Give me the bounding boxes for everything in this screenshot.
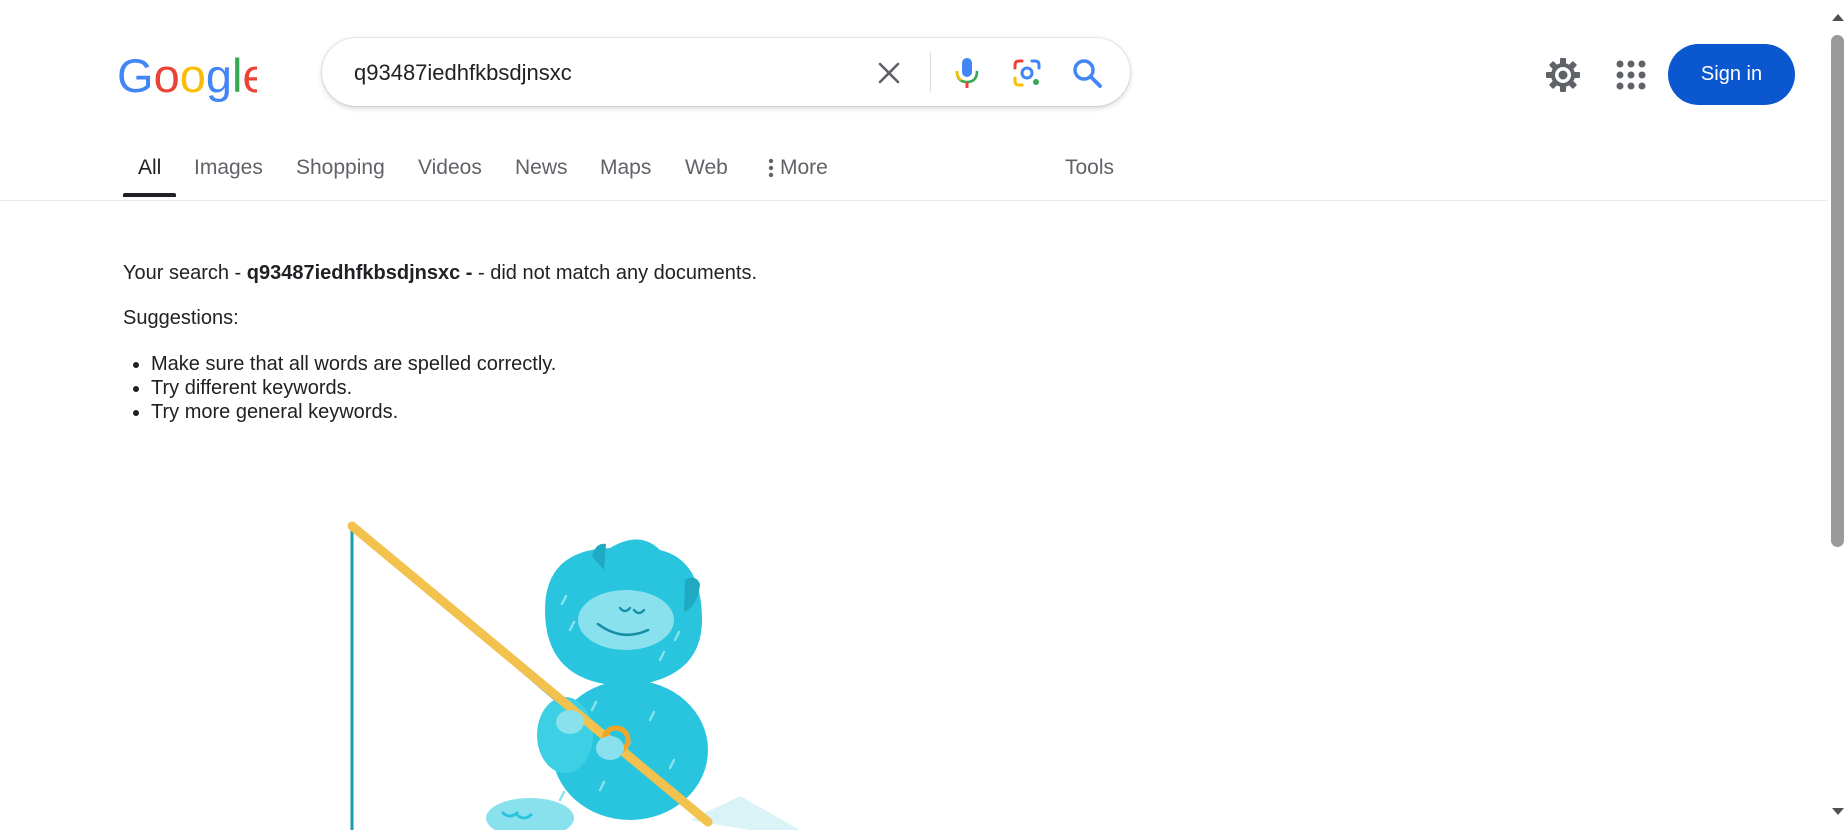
- list-item: Make sure that all words are spelled cor…: [151, 352, 751, 376]
- search-divider: [930, 52, 931, 92]
- sign-in-button[interactable]: Sign in: [1668, 44, 1795, 105]
- mic-icon[interactable]: [950, 56, 984, 90]
- message-suffix: - did not match any documents.: [472, 262, 758, 284]
- google-logo[interactable]: Google: [117, 49, 269, 102]
- svg-text:Google: Google: [117, 50, 257, 102]
- suggestions-label: Suggestions:: [123, 307, 239, 329]
- list-item: Try different keywords.: [151, 376, 751, 400]
- list-item: Try more general keywords.: [151, 400, 751, 424]
- lens-icon[interactable]: [1010, 56, 1044, 90]
- scroll-up-arrow-icon[interactable]: [1830, 11, 1846, 23]
- message-query: q93487iedhfkbsdjnsxc -: [246, 262, 473, 284]
- scrollbar-thumb[interactable]: [1831, 35, 1844, 547]
- tab-videos[interactable]: Videos: [418, 156, 482, 180]
- fishing-creature-illustration: [330, 500, 830, 835]
- search-input[interactable]: [352, 56, 876, 90]
- gear-icon[interactable]: [1544, 56, 1582, 94]
- search-box[interactable]: [322, 38, 1130, 106]
- tab-more[interactable]: More: [768, 156, 828, 180]
- no-results-text: Your search - q93487iedhfkbsdjnsxc - - d…: [123, 262, 757, 285]
- tab-images[interactable]: Images: [194, 156, 263, 180]
- tab-maps[interactable]: Maps: [600, 156, 651, 180]
- tab-shopping[interactable]: Shopping: [296, 156, 385, 180]
- message-prefix: Your search -: [123, 262, 247, 284]
- active-tab-indicator: [123, 193, 176, 197]
- tab-news[interactable]: News: [515, 156, 568, 180]
- google-logo-image: Google: [117, 49, 269, 102]
- tools-button[interactable]: Tools: [1065, 156, 1114, 180]
- close-icon[interactable]: [872, 56, 906, 90]
- apps-grid-icon[interactable]: [1614, 58, 1648, 92]
- suggestions-list: Make sure that all words are spelled cor…: [123, 352, 751, 424]
- tab-all[interactable]: All: [138, 156, 161, 180]
- tab-web[interactable]: Web: [685, 156, 728, 180]
- scroll-down-arrow-icon[interactable]: [1830, 806, 1846, 818]
- search-tabs: All Images Shopping Videos News Maps Web…: [0, 140, 1828, 201]
- more-vertical-icon: [768, 159, 774, 178]
- tab-more-label: More: [780, 156, 828, 179]
- search-icon[interactable]: [1070, 56, 1104, 90]
